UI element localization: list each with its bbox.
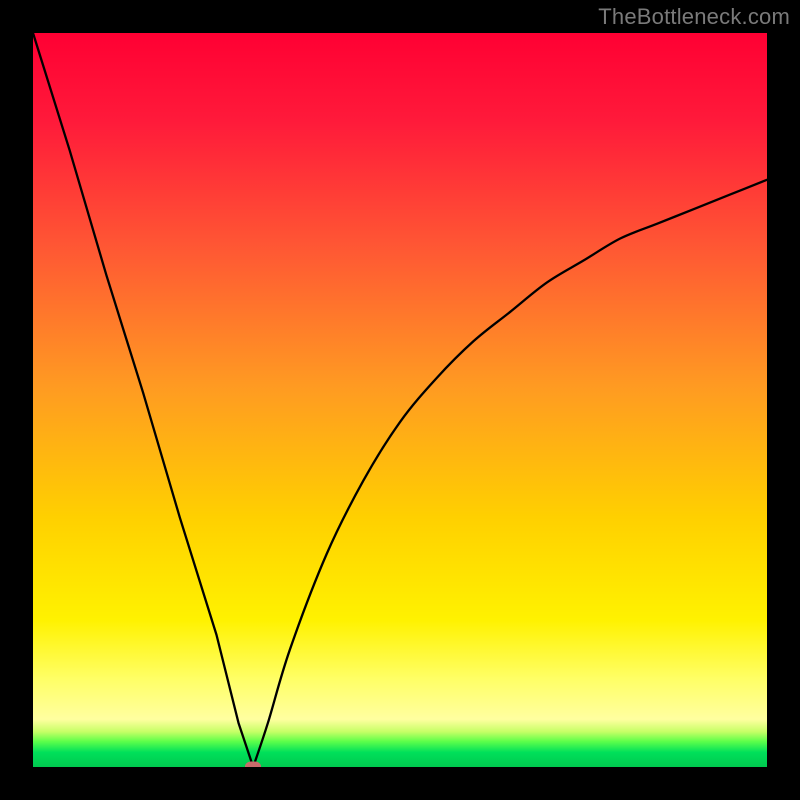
curve-svg bbox=[33, 33, 767, 767]
chart-frame: TheBottleneck.com bbox=[0, 0, 800, 800]
plot-area bbox=[33, 33, 767, 767]
watermark-text: TheBottleneck.com bbox=[598, 4, 790, 30]
minimum-marker bbox=[245, 762, 261, 768]
bottleneck-curve-path bbox=[33, 33, 767, 767]
